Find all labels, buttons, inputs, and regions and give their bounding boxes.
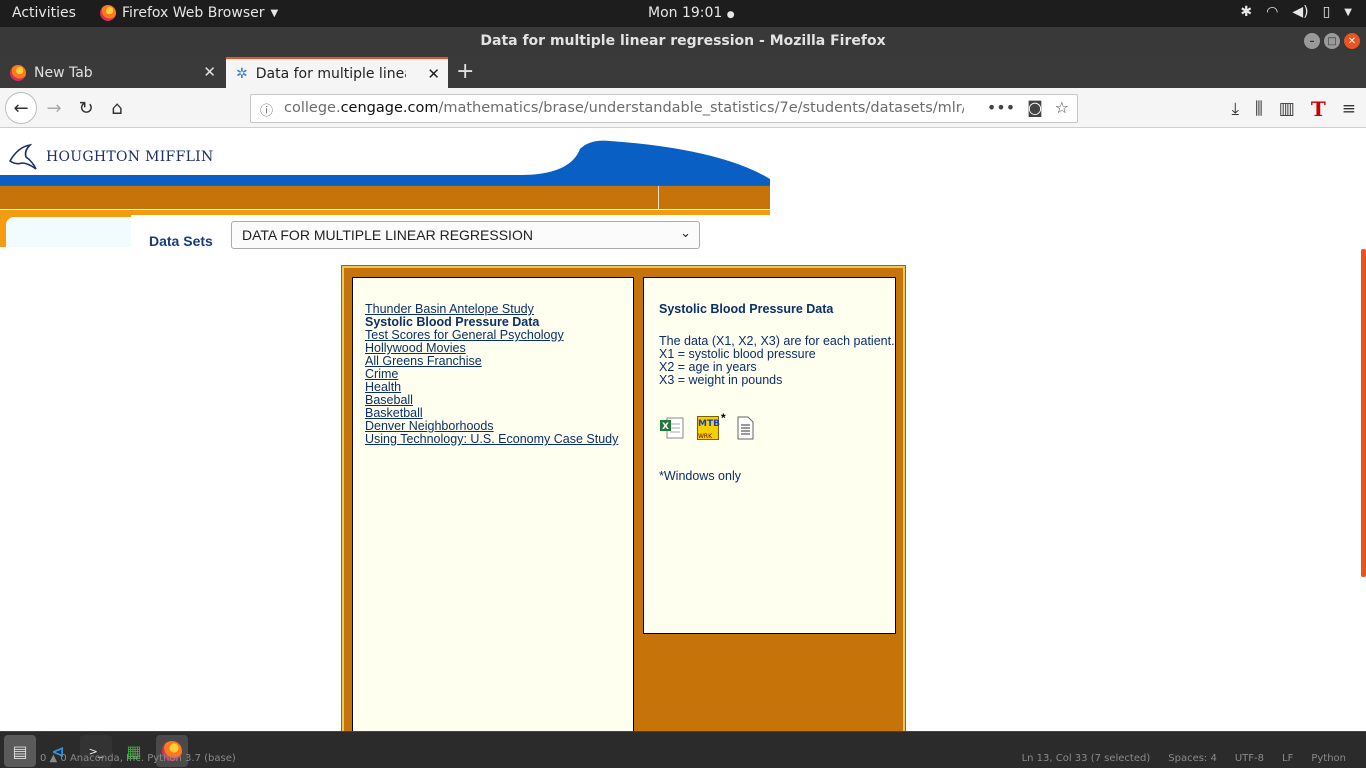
detail-line-4: X3 = weight in pounds xyxy=(659,373,783,387)
url-domain: cengage.com xyxy=(340,100,439,116)
files-app-icon[interactable]: ▤ xyxy=(4,735,36,767)
wifi-icon: ◠ xyxy=(1266,4,1279,20)
os-top-bar: Activities Firefox Web Browser ▼ Mon 19:… xyxy=(0,0,1366,27)
firefox-icon xyxy=(10,64,26,81)
firefox-icon xyxy=(100,5,116,21)
home-icon[interactable]: ⌂ xyxy=(103,94,131,122)
download-icons: X MTB WRK * xyxy=(659,412,895,440)
cursor-position: Ln 13, Col 33 (7 selected) xyxy=(1021,753,1151,764)
page-scrollbar[interactable] xyxy=(1361,249,1366,577)
forward-arrow-icon[interactable]: → xyxy=(40,94,68,122)
clock[interactable]: Mon 19:01 ● xyxy=(648,5,735,21)
detail-title: Systolic Blood Pressure Data xyxy=(659,302,834,316)
editor-left-status: 0 ▲ 0 Anaconda, Inc. Python 3.7 (base) xyxy=(40,753,236,764)
tab-new-tab[interactable]: New Tab ✕ xyxy=(0,57,224,88)
site-info-icon[interactable]: ⓘ xyxy=(260,100,273,119)
url-prefix: college. xyxy=(284,100,341,116)
indent-spaces: Spaces: 4 xyxy=(1168,753,1217,764)
text-file-icon[interactable] xyxy=(735,416,755,440)
toolbar-right: ⤓ ⫼ ▥ T ≡ xyxy=(1231,97,1356,121)
excel-file-icon[interactable]: X xyxy=(659,416,685,440)
extension-t-icon[interactable]: T xyxy=(1311,97,1326,121)
maximize-icon[interactable]: □ xyxy=(1324,33,1340,49)
dolphin-logo-icon xyxy=(8,143,37,170)
power-menu-arrow-icon[interactable]: ▼ xyxy=(1344,7,1352,18)
library-icon[interactable]: ⫼ xyxy=(1255,99,1263,119)
loading-icon: ✲ xyxy=(236,65,248,82)
volume-icon: ◀) xyxy=(1292,4,1309,20)
datasets-select[interactable]: DATA FOR MULTIPLE LINEAR REGRESSION ⌄ xyxy=(231,221,700,249)
svg-text:X: X xyxy=(662,422,669,432)
window-title: Data for multiple linear regression - Mo… xyxy=(480,33,886,49)
activities-button[interactable]: Activities xyxy=(12,5,76,21)
page-content: HOUGHTON MIFFLIN Data Sets DATA FOR MULT… xyxy=(0,129,1366,731)
url-text[interactable]: college.cengage.com/mathematics/brase/un… xyxy=(284,100,964,116)
list-item-all-greens[interactable]: All Greens Franchise xyxy=(365,355,633,368)
list-item-crime[interactable]: Crime xyxy=(365,368,633,381)
content-frame: Thunder Basin Antelope Study Systolic Bl… xyxy=(341,265,906,731)
dataset-detail-panel: Systolic Blood Pressure Data The data (X… xyxy=(643,277,896,634)
minitab-sublabel: WRK xyxy=(698,433,713,440)
window-titlebar: Data for multiple linear regression - Mo… xyxy=(0,27,1366,55)
file-language: Python xyxy=(1311,753,1346,764)
notification-dot-icon: ● xyxy=(726,10,735,20)
dataset-list-panel: Thunder Basin Antelope Study Systolic Bl… xyxy=(352,277,634,731)
minitab-file-icon[interactable]: MTB WRK * xyxy=(697,412,726,440)
url-path: /mathematics/brase/understandable_statis… xyxy=(438,100,964,116)
list-item-us-economy[interactable]: Using Technology: U.S. Economy Case Stud… xyxy=(365,433,633,446)
sidebar-icon[interactable]: ▥ xyxy=(1279,99,1295,119)
system-tray[interactable]: ✱ ◠ ◀) ▯ ▼ xyxy=(1240,4,1352,20)
datasets-label: Data Sets xyxy=(149,233,213,249)
windows-only-note: *Windows only xyxy=(659,469,741,483)
editor-status: Ln 13, Col 33 (7 selected) Spaces: 4 UTF… xyxy=(1022,753,1346,764)
clock-label: Mon 19:01 xyxy=(648,5,723,21)
close-tab-icon[interactable]: ✕ xyxy=(203,63,216,81)
tab-shape xyxy=(0,215,131,247)
tab-label: New Tab xyxy=(34,64,93,81)
minimize-icon[interactable]: – xyxy=(1304,33,1320,49)
tab-strip: New Tab ✕ ✲ Data for multiple linear reg… xyxy=(0,55,1366,88)
close-window-icon[interactable]: ✕ xyxy=(1344,33,1360,49)
file-encoding: UTF-8 xyxy=(1234,753,1264,764)
dropdown-arrow-icon: ▼ xyxy=(270,7,279,19)
page-actions-icon[interactable]: ••• xyxy=(987,98,1015,117)
datasets-selected-value: DATA FOR MULTIPLE LINEAR REGRESSION xyxy=(242,227,533,243)
hamburger-menu-icon[interactable]: ≡ xyxy=(1342,99,1356,119)
minitab-asterisk: * xyxy=(721,411,726,425)
reload-icon[interactable]: ↻ xyxy=(72,94,100,122)
tab-label: Data for multiple linear regression xyxy=(255,65,406,82)
orange-nav-bar xyxy=(0,185,770,210)
logo-text: HOUGHTON MIFFLIN xyxy=(46,149,214,165)
line-ending: LF xyxy=(1282,753,1294,764)
settings-gear-icon[interactable]: ✱ xyxy=(1240,4,1252,20)
app-menu-label: Firefox Web Browser xyxy=(122,5,265,21)
bottom-taskbar: ▤ ⊲ >_ ▦ 0 ▲ 0 Anaconda, Inc. Python 3.7… xyxy=(0,731,1366,768)
url-bar[interactable]: ⓘ college.cengage.com/mathematics/brase/… xyxy=(250,94,1078,123)
chevron-down-icon: ⌄ xyxy=(680,226,691,241)
bookmark-star-icon[interactable]: ☆ xyxy=(1055,98,1069,117)
app-menu[interactable]: Firefox Web Browser ▼ xyxy=(100,5,278,21)
tab-data-mlr[interactable]: ✲ Data for multiple linear regression ✕ xyxy=(226,57,448,88)
url-actions: ••• ◙ ☆ xyxy=(987,98,1069,117)
close-tab-icon[interactable]: ✕ xyxy=(427,65,440,83)
window-controls: – □ ✕ xyxy=(1304,33,1360,49)
houghton-mifflin-logo[interactable]: HOUGHTON MIFFLIN xyxy=(8,143,214,171)
pocket-icon[interactable]: ◙ xyxy=(1027,98,1043,117)
battery-icon: ▯ xyxy=(1322,4,1331,20)
new-tab-plus-icon[interactable]: + xyxy=(456,59,474,84)
back-arrow-icon[interactable]: ← xyxy=(5,92,37,124)
navigation-toolbar: ← → ↻ ⌂ ⓘ college.cengage.com/mathematic… xyxy=(0,88,1366,128)
downloads-icon[interactable]: ⤓ xyxy=(1231,99,1239,119)
